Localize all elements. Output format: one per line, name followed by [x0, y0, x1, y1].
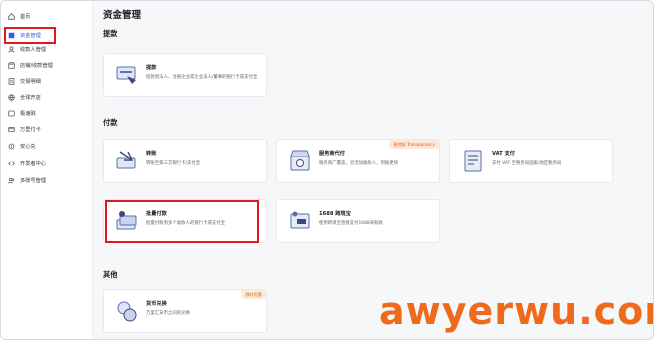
sidebar-item-label: 开发者中心 [20, 160, 46, 167]
card-description: 转账至第三方银行卡/支付宝 [146, 161, 201, 166]
sidebar-item-global-store[interactable]: 全球开店 [7, 90, 87, 104]
withdraw-icon [116, 66, 136, 84]
sidebar-item-fast-finance[interactable]: 极速融 [7, 106, 87, 120]
card-description: 提款到法人、注册企业或企业法人/董事的银行卡或支付宝 [146, 75, 258, 80]
watermark: awyerwu.com [379, 289, 653, 333]
section-title-other: 其他 [103, 270, 118, 279]
sidebar-item-label: 安心兑 [20, 143, 36, 150]
code-icon [7, 159, 15, 167]
promo-badge: 限时优惠 [241, 290, 266, 299]
payee-icon [7, 45, 15, 53]
app-window: 首页 资金管理 收款人管理 店铺/收款管理 交易明细 全球开店 极速融 万里付卡… [0, 0, 654, 340]
page-title: 资金管理 [103, 10, 142, 21]
store-icon [7, 61, 15, 69]
sidebar-item-label: 极速融 [20, 110, 36, 117]
cross-border-icon [290, 211, 310, 229]
card-title: 转账 [146, 151, 157, 157]
sidebar-item-label: 首页 [20, 13, 31, 20]
sidebar-item-payee-management[interactable]: 收款人管理 [7, 42, 87, 56]
card-title: 1688 跨境宝 [319, 211, 351, 217]
sidebar-item-multi-account[interactable]: 多账号管理 [7, 173, 87, 187]
card-title: 服务商代付 [319, 151, 345, 157]
batch-payment-icon [116, 211, 137, 230]
card-description: 万里汇货币之间的兑换 [146, 311, 190, 316]
sidebar-item-label: 万里付卡 [20, 126, 41, 133]
card-description: 使用跨境宝直接支付1688采购款 [319, 221, 383, 226]
sidebar-item-label: 多账号管理 [20, 177, 46, 184]
finance-icon [7, 109, 15, 117]
section-title-payment: 付款 [103, 118, 118, 127]
home-icon [7, 12, 15, 20]
sidebar-item-label: 收款人管理 [20, 46, 46, 53]
sidebar-item-exchange[interactable]: 安心兑 [7, 139, 87, 153]
card-description: 批量付款到多个收款人的银行卡或支付宝 [146, 221, 226, 226]
card-title: 货币兑换 [146, 301, 167, 307]
currency-exchange-card[interactable]: 货币兑换 万里汇货币之间的兑换 限时优惠 [103, 289, 267, 333]
sidebar-item-label: 全球开店 [20, 94, 41, 101]
card-title: 提款 [146, 65, 157, 71]
sidebar-item-label: 交易明细 [20, 78, 41, 85]
section-title-withdraw: 提款 [103, 29, 118, 38]
exchange-icon [7, 142, 15, 150]
card-title: 批量付款 [146, 211, 167, 217]
card-icon [7, 125, 15, 133]
currency-exchange-icon [117, 301, 137, 322]
vat-document-icon [464, 150, 482, 172]
sidebar: 首页 资金管理 收款人管理 店铺/收款管理 交易明细 全球开店 极速融 万里付卡… [1, 1, 93, 339]
list-icon [7, 77, 15, 85]
pay-1688-card[interactable]: 1688 跨境宝 使用跨境宝直接支付1688采购款 [276, 199, 440, 243]
promo-badge: 直付款 Transparency [389, 140, 439, 149]
card-description: 支付 VAT 至税务局国家/地区税务局 [492, 161, 562, 166]
service-pay-card[interactable]: 服务商代付 服务商广覆盖，灵活加收款人，到账更快 直付款 Transparenc… [276, 139, 440, 183]
transfer-icon [116, 151, 136, 169]
card-title: VAT 支付 [492, 151, 515, 157]
service-provider-icon [290, 150, 310, 171]
vat-pay-card[interactable]: VAT 支付 支付 VAT 至税务局国家/地区税务局 [449, 139, 613, 183]
accounts-icon [7, 176, 15, 184]
sidebar-item-transactions[interactable]: 交易明细 [7, 74, 87, 88]
sidebar-item-card[interactable]: 万里付卡 [7, 122, 87, 136]
withdraw-card[interactable]: 提款 提款到法人、注册企业或企业法人/董事的银行卡或支付宝 [103, 53, 267, 97]
transfer-card[interactable]: 转账 转账至第三方银行卡/支付宝 [103, 139, 267, 183]
sidebar-item-store-management[interactable]: 店铺/收款管理 [7, 58, 87, 72]
sidebar-item-home[interactable]: 首页 [7, 9, 87, 23]
globe-icon [7, 93, 15, 101]
sidebar-item-label: 店铺/收款管理 [20, 62, 53, 69]
sidebar-item-developer-center[interactable]: 开发者中心 [7, 156, 87, 170]
card-description: 服务商广覆盖，灵活加收款人，到账更快 [319, 161, 399, 166]
active-item-highlight [4, 27, 56, 44]
batch-pay-card[interactable]: 批量付款 批量付款到多个收款人的银行卡或支付宝 [103, 199, 267, 243]
